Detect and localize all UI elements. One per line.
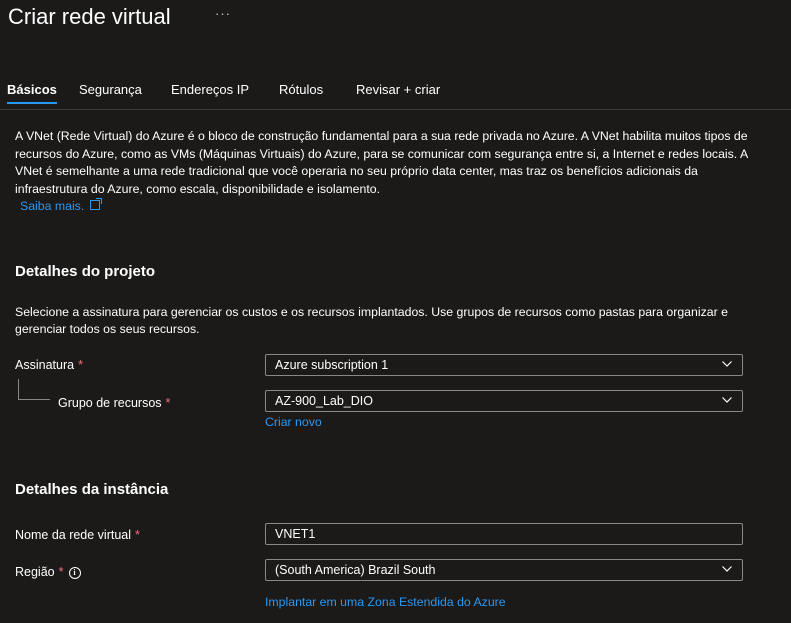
tab-enderecos-ip[interactable]: Endereços IP bbox=[171, 82, 249, 97]
tree-connector-horizontal bbox=[18, 399, 50, 400]
vnet-name-label: Nome da rede virtual * bbox=[15, 528, 140, 542]
vnet-name-input[interactable]: VNET1 bbox=[265, 523, 743, 545]
required-asterisk: * bbox=[135, 528, 140, 542]
external-link-icon bbox=[90, 198, 103, 210]
resource-group-dropdown[interactable]: AZ-900_Lab_DIO bbox=[265, 390, 743, 412]
subscription-label: Assinatura * bbox=[15, 358, 83, 372]
instance-details-heading: Detalhes da instância bbox=[15, 481, 169, 498]
learn-more-label[interactable]: Saiba mais. bbox=[20, 199, 84, 213]
project-details-description: Selecione a assinatura para gerenciar os… bbox=[15, 305, 728, 336]
chevron-down-icon bbox=[722, 397, 732, 403]
chevron-down-icon bbox=[722, 361, 732, 367]
project-details-heading: Detalhes do projeto bbox=[15, 263, 156, 280]
region-label-text: Região bbox=[15, 565, 55, 579]
tab-seguranca[interactable]: Segurança bbox=[79, 82, 142, 97]
tab-rotulos[interactable]: Rótulos bbox=[279, 82, 323, 97]
tab-basicos[interactable]: Básicos bbox=[7, 82, 57, 104]
vnet-name-value: VNET1 bbox=[275, 527, 316, 541]
info-icon[interactable]: i bbox=[68, 567, 81, 579]
intro-description: A VNet (Rede Virtual) do Azure é o bloco… bbox=[15, 129, 748, 196]
region-dropdown[interactable]: (South America) Brazil South bbox=[265, 559, 743, 581]
subscription-label-text: Assinatura bbox=[15, 358, 75, 372]
resource-group-value: AZ-900_Lab_DIO bbox=[275, 394, 373, 408]
more-options-icon[interactable]: ··· bbox=[215, 6, 231, 21]
create-new-link[interactable]: Criar novo bbox=[265, 415, 322, 429]
chevron-down-icon bbox=[722, 566, 732, 572]
page-title: Criar rede virtual bbox=[8, 4, 171, 29]
subscription-dropdown[interactable]: Azure subscription 1 bbox=[265, 354, 743, 376]
edge-zone-link[interactable]: Implantar em uma Zona Estendida do Azure bbox=[265, 595, 506, 609]
resource-group-label: Grupo de recursos * bbox=[58, 396, 170, 410]
resource-group-label-text: Grupo de recursos bbox=[58, 396, 162, 410]
required-asterisk: * bbox=[78, 358, 83, 372]
required-asterisk: * bbox=[58, 565, 64, 579]
required-asterisk: * bbox=[165, 396, 171, 410]
tab-revisar-criar[interactable]: Revisar + criar bbox=[356, 82, 440, 97]
tab-divider bbox=[0, 109, 791, 110]
vnet-name-label-text: Nome da rede virtual bbox=[15, 528, 132, 542]
region-label: Região * i bbox=[15, 565, 81, 580]
region-value: (South America) Brazil South bbox=[275, 563, 436, 577]
subscription-value: Azure subscription 1 bbox=[275, 358, 389, 372]
learn-more-link[interactable]: Saiba mais. bbox=[20, 197, 103, 215]
tree-connector-vertical bbox=[18, 379, 19, 399]
